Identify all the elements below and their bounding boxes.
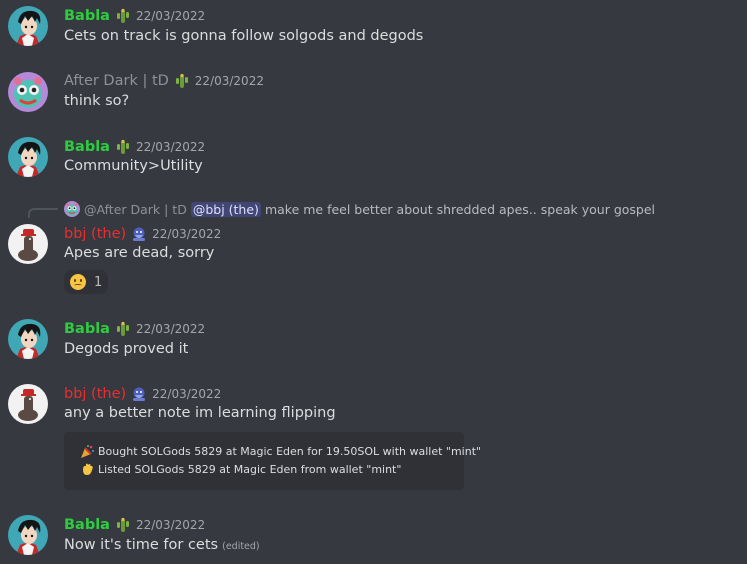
timestamp: 22/03/2022 (135, 9, 206, 23)
message-text: Community>Utility (64, 158, 203, 174)
avatar[interactable] (8, 72, 48, 112)
reply-connector (28, 208, 58, 218)
party-popper-icon (80, 444, 95, 459)
avatar[interactable] (8, 6, 48, 46)
avatar[interactable] (8, 515, 48, 555)
reply-text: make me feel better about shredded apes.… (264, 201, 656, 217)
cactus-icon (116, 517, 130, 533)
username[interactable]: Babla (64, 321, 110, 337)
cactus-icon (116, 321, 130, 337)
reaction-count: 1 (94, 274, 103, 290)
avatar[interactable] (8, 319, 48, 359)
timestamp: 22/03/2022 (135, 140, 206, 154)
cactus-icon (175, 73, 189, 89)
avatar (64, 201, 80, 217)
reply-author[interactable]: @After Dark | tD (84, 202, 187, 217)
username[interactable]: Babla (64, 517, 110, 533)
message-text: Apes are dead, sorry (64, 245, 215, 261)
message-text-body: Now it's time for cets (64, 537, 219, 553)
gorilla-icon (132, 386, 146, 402)
edited-label: (edited) (222, 541, 260, 552)
waving-hand-icon (80, 462, 95, 477)
username[interactable]: bbj (the) (64, 386, 126, 402)
reply-preview[interactable]: @After Dark | tD @bbj (the) make me feel… (64, 200, 655, 218)
embed-line: Listed SOLGods 5829 at Magic Eden from w… (80, 460, 464, 478)
timestamp: 22/03/2022 (152, 387, 222, 401)
cactus-icon (116, 8, 130, 24)
timestamp: 22/03/2022 (135, 518, 206, 532)
mention[interactable]: @bbj (the) (190, 201, 261, 217)
timestamp: 22/03/2022 (135, 322, 206, 336)
avatar[interactable] (8, 384, 48, 424)
embed-text: Listed SOLGods 5829 at Magic Eden from w… (98, 462, 402, 476)
username[interactable]: Babla (64, 139, 110, 155)
username[interactable]: bbj (the) (64, 226, 126, 242)
reaction-button[interactable]: 1 (64, 270, 109, 294)
message-text: Degods proved it (64, 341, 189, 357)
slightly-frowning-face-icon (70, 274, 86, 290)
message-text: Cets on track is gonna follow solgods an… (64, 28, 424, 44)
embed-line: Bought SOLGods 5829 at Magic Eden for 19… (80, 442, 481, 460)
username[interactable]: After Dark | tD (64, 73, 169, 89)
message-text: any a better note im learning flipping (64, 405, 336, 421)
message-text: Now it's time for cets (edited) (64, 537, 260, 553)
message-text: think so? (64, 93, 130, 109)
gorilla-icon (132, 226, 146, 242)
avatar[interactable] (8, 137, 48, 177)
bot-embed: Bought SOLGods 5829 at Magic Eden for 19… (64, 432, 481, 490)
embed-text: Bought SOLGods 5829 at Magic Eden for 19… (98, 444, 482, 458)
username[interactable]: Babla (64, 8, 110, 24)
timestamp: 22/03/2022 (194, 74, 264, 88)
timestamp: 22/03/2022 (152, 227, 222, 241)
avatar[interactable] (8, 224, 48, 264)
cactus-icon (116, 139, 130, 155)
